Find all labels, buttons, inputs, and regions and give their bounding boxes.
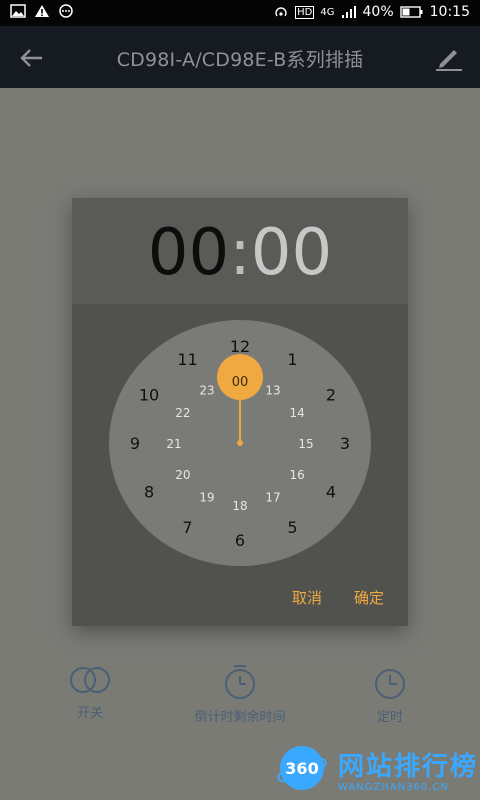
bottom-tab-bar: 开关 倒计时剩余时间 定时	[0, 660, 480, 740]
time-picker-header: 00:00	[72, 198, 408, 304]
dialog-actions: 取消 确定	[292, 587, 384, 608]
tab-label: 倒计时剩余时间	[194, 710, 286, 725]
clock-hour-outer[interactable]: 8	[144, 483, 154, 502]
app-bar: CD98I-A/CD98E-B系列排插	[0, 26, 480, 88]
clock-hour-inner[interactable]: 19	[199, 491, 214, 505]
clock-hour-outer[interactable]: 6	[235, 531, 245, 550]
clock-center-dot	[237, 440, 243, 446]
edit-pencil-icon[interactable]	[434, 42, 464, 72]
clock-hour-outer[interactable]: 3	[340, 434, 350, 453]
clock-hour-outer[interactable]: 9	[130, 434, 140, 453]
clock-hour-inner[interactable]: 23	[199, 383, 214, 397]
cancel-button[interactable]: 取消	[292, 587, 322, 608]
time-separator: :	[229, 216, 251, 290]
clock-hour-inner[interactable]: 00	[232, 375, 249, 390]
image-icon	[10, 4, 26, 18]
clock-hour-inner[interactable]: 21	[166, 437, 181, 451]
hd-icon: HD	[295, 5, 315, 19]
clock-hour-inner[interactable]: 15	[298, 437, 313, 451]
timer-icon	[225, 665, 255, 699]
battery-icon	[399, 6, 423, 18]
clock-hour-inner[interactable]: 16	[290, 468, 305, 482]
360-logo-icon: 360	[277, 746, 327, 790]
clock-icon	[375, 669, 405, 699]
clock-hour-outer[interactable]: 1	[287, 350, 297, 369]
page-title: CD98I-A/CD98E-B系列排插	[116, 49, 364, 71]
clock-time: 10:15	[429, 4, 470, 20]
clock-hour-outer[interactable]: 2	[326, 386, 336, 405]
clock-hour-inner[interactable]: 13	[265, 383, 280, 397]
clock-hour-outer[interactable]: 11	[177, 350, 197, 369]
status-bar: HD 4G 40% 10:15	[0, 0, 480, 26]
clock-hour-outer[interactable]: 5	[287, 518, 297, 537]
hotspot-icon	[275, 7, 287, 17]
tab-label: 定时	[376, 710, 403, 725]
tab-schedule[interactable]: 定时	[320, 660, 460, 725]
switch-icon	[70, 667, 110, 693]
network-type: 4G	[320, 6, 335, 18]
time-picker-body: 12 1 2 3 4 5 6 7 8 9 10 11 00 13 14 15 16 17 18 19 20 21 22 23 …	[72, 304, 408, 626]
clock-hour-inner[interactable]: 20	[175, 468, 190, 482]
signal-icon	[341, 6, 356, 18]
clock-dial[interactable]: 121234567891011001314151617181920212223	[109, 320, 371, 566]
clock-hour-outer[interactable]: 7	[182, 518, 192, 537]
tab-countdown[interactable]: 倒计时剩余时间	[170, 660, 310, 725]
more-dots-icon	[59, 4, 73, 18]
clock-hour-inner[interactable]: 17	[265, 491, 280, 505]
tab-switch[interactable]: 开关	[20, 660, 160, 721]
time-display: 00:00	[72, 220, 408, 286]
ok-button[interactable]: 确定	[354, 587, 384, 608]
clock-hour-outer[interactable]: 10	[139, 386, 159, 405]
tab-label: 开关	[76, 706, 103, 721]
battery-percent: 40%	[362, 4, 394, 20]
clock-hour-inner[interactable]: 22	[175, 406, 190, 420]
hour-display[interactable]: 00	[148, 216, 229, 290]
watermark-text: 网站排行榜	[338, 752, 479, 782]
watermark: 360 网站排行榜 WANGZHAN360.CN	[272, 742, 480, 800]
minute-display[interactable]: 00	[251, 216, 332, 290]
clock-hour-inner[interactable]: 14	[290, 406, 305, 420]
logo-text: 360	[285, 759, 318, 778]
clock-hour-outer[interactable]: 12	[230, 337, 250, 356]
clock-hour-outer[interactable]: 4	[326, 483, 336, 502]
warning-icon	[35, 5, 49, 17]
time-picker-dialog: 00:00 12 1 2 3 4 5 6 7 8 9 10 11 00 13 14 15 16 17 18 19 20 2…	[72, 198, 408, 626]
clock-hour-inner[interactable]: 18	[232, 499, 247, 513]
watermark-subtext: WANGZHAN360.CN	[338, 782, 449, 793]
